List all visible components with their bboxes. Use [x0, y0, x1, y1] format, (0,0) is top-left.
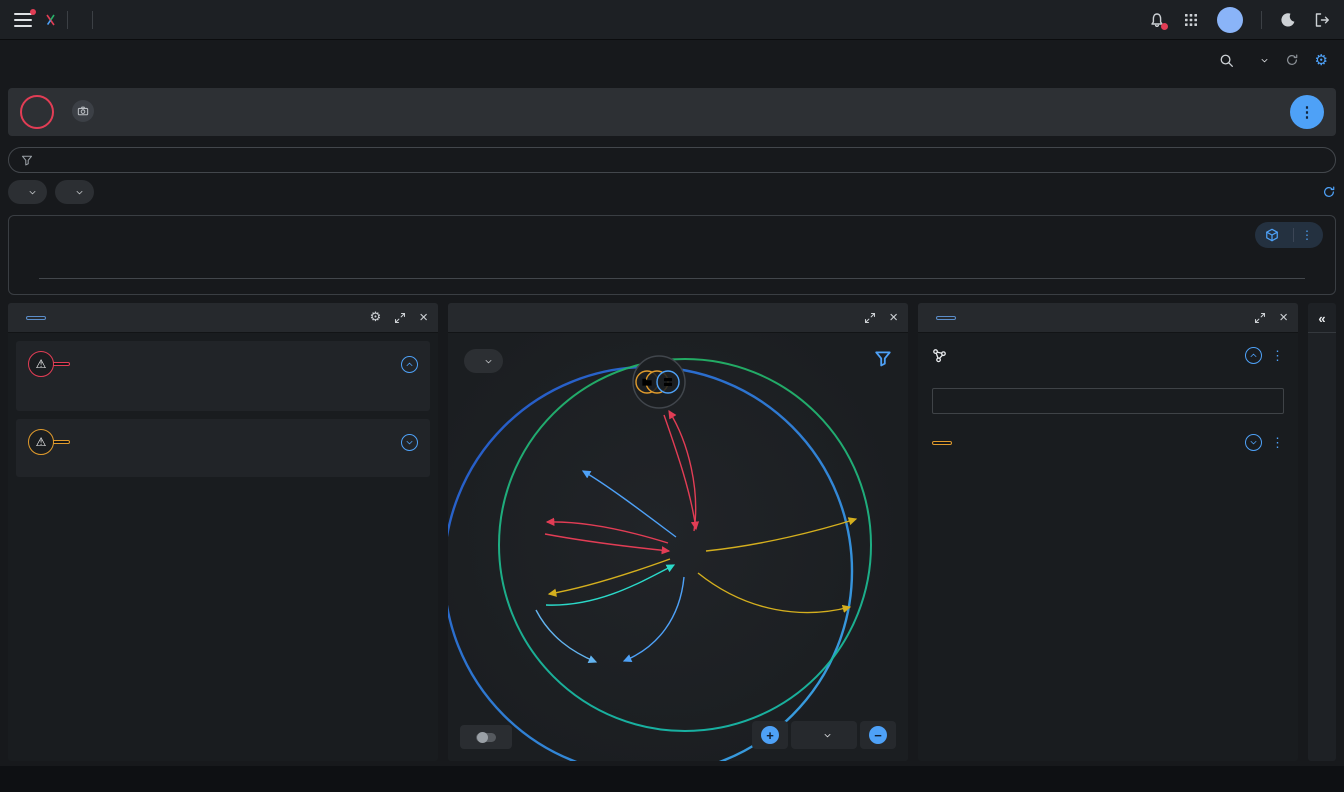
collapse-double-chevron-icon[interactable]: « [1318, 303, 1325, 332]
zoom-in-button[interactable]: + [752, 721, 788, 749]
chevron-down-icon [823, 731, 832, 740]
updated-status [1310, 185, 1336, 199]
page-title-bar: ⚙ [0, 40, 1344, 80]
alerts-panel-header: ⚙ × [8, 303, 438, 333]
timeline-markers [39, 236, 1305, 278]
asset-actions-button[interactable]: ⋮ [1290, 95, 1324, 129]
logout-icon[interactable] [1314, 12, 1330, 28]
divider [92, 11, 93, 29]
additional-detail-side-tab: « [1308, 303, 1336, 761]
chevron-down-icon [484, 357, 493, 366]
chevron-down-icon [75, 188, 84, 197]
warning-triangle-icon: ⚠ [28, 429, 54, 455]
toggle-switch[interactable] [476, 733, 496, 742]
filter-bar[interactable] [8, 147, 1336, 173]
divider [1261, 11, 1262, 29]
events-panel-body: ⋮ ⋮ [918, 333, 1298, 761]
filter-input[interactable] [41, 153, 1323, 167]
alerts-expand-icon[interactable] [394, 312, 406, 324]
trellix-logo-accent-icon [46, 14, 55, 26]
ew-ns-toggle[interactable] [460, 725, 512, 749]
event-card-network-activity: ⋮ [926, 341, 1290, 418]
apps-grid-icon[interactable] [1183, 12, 1199, 28]
events-close-icon[interactable]: × [1279, 310, 1288, 325]
map-filter-funnel-icon[interactable] [874, 349, 892, 367]
events-panel: × ⋮ ⋮ [918, 303, 1298, 761]
panels-row: ⚙ × ⚠ ⚠ [8, 303, 1336, 761]
map-graph-layer [448, 333, 906, 761]
alerts-settings-gear-icon[interactable]: ⚙ [370, 310, 382, 325]
menu-icon[interactable] [14, 13, 32, 27]
menu-notification-dot [30, 9, 36, 15]
expand-event-button[interactable] [1245, 434, 1262, 451]
map-panel-header: × [448, 303, 908, 333]
top-nav-bar [0, 0, 1344, 40]
alerts-count-badge [26, 316, 46, 320]
conversation-map-panel: × [448, 303, 908, 761]
time-range-dropdown[interactable] [1250, 56, 1269, 65]
settings-gear-icon[interactable]: ⚙ [1315, 51, 1328, 69]
map-expand-icon[interactable] [864, 312, 876, 324]
asset-severity-badge [20, 95, 54, 129]
timeline-panel: ⋮ [8, 215, 1336, 295]
map-close-icon[interactable]: × [889, 310, 898, 325]
alerts-severity-filter-chip[interactable] [8, 180, 47, 204]
collapse-alert-button[interactable] [401, 356, 418, 373]
bottom-strip [0, 766, 1344, 792]
alert-card-high: ⚠ [16, 419, 430, 477]
alert-severity-indicator: ⚠ [28, 429, 70, 455]
events-count-badge [936, 316, 956, 320]
map-zoom-controls: + − [752, 721, 896, 749]
alert-mitre-ttp-filter-chip[interactable] [55, 180, 94, 204]
filter-chips-row [8, 180, 1336, 204]
asset-stack-dropdown[interactable] [464, 349, 503, 373]
chevron-down-icon [28, 188, 37, 197]
search-icon[interactable] [1219, 53, 1234, 68]
event-severity-pill [932, 441, 952, 445]
divider [67, 11, 68, 29]
alert-severity-indicator: ⚠ [28, 351, 70, 377]
notifications-bell-icon[interactable] [1149, 12, 1165, 28]
camera-icon[interactable] [72, 100, 94, 122]
event-menu[interactable]: ⋮ [1271, 435, 1284, 451]
chevron-down-icon [1260, 56, 1269, 65]
avatar[interactable] [1217, 7, 1243, 33]
refresh-icon[interactable] [1322, 185, 1336, 199]
warning-triangle-icon: ⚠ [28, 351, 54, 377]
zoom-level-dropdown[interactable] [791, 721, 857, 749]
collapse-event-button[interactable] [1245, 347, 1262, 364]
alerts-panel-body: ⚠ ⚠ [8, 333, 438, 761]
dark-mode-moon-icon[interactable] [1280, 12, 1296, 28]
asset-stack-node[interactable] [633, 356, 685, 408]
filter-funnel-icon [21, 154, 33, 166]
expand-alert-button[interactable] [401, 434, 418, 451]
zoom-out-button[interactable]: − [860, 721, 896, 749]
network-activity-icon [932, 348, 947, 363]
conversation-map-canvas[interactable]: + − [448, 333, 908, 761]
alert-card-crit: ⚠ [16, 341, 430, 411]
events-expand-icon[interactable] [1254, 312, 1266, 324]
event-menu[interactable]: ⋮ [1271, 348, 1284, 364]
event-detail-box [932, 388, 1284, 414]
asset-summary-bar: ⋮ [8, 88, 1336, 136]
events-panel-header: × [918, 303, 1298, 333]
event-card-beaconing: ⋮ [926, 428, 1290, 467]
alerts-panel: ⚙ × ⚠ ⚠ [8, 303, 438, 761]
trellix-logo[interactable] [44, 14, 55, 26]
refresh-icon[interactable] [1285, 53, 1299, 67]
alerts-close-icon[interactable]: × [419, 310, 428, 325]
bell-badge [1161, 23, 1168, 30]
